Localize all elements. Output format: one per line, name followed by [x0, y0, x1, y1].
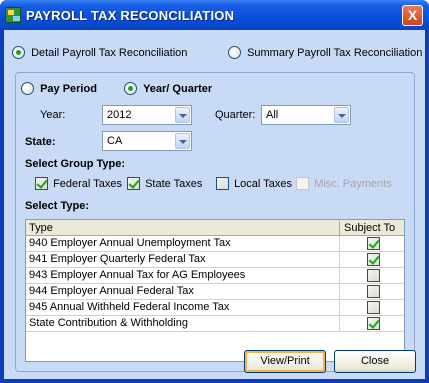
year-quarter-radio[interactable]: [124, 82, 137, 95]
pay-period-option[interactable]: Pay Period: [21, 82, 97, 95]
window-title: PAYROLL TAX RECONCILIATION: [26, 8, 235, 23]
cell-divider: [339, 284, 340, 300]
pay-period-radio[interactable]: [21, 82, 34, 95]
dialog-body: Detail Payroll Tax Reconciliation Summar…: [4, 30, 425, 379]
tax-type-grid[interactable]: Type Subject To 940 Employer Annual Unem…: [25, 219, 405, 362]
type-cell: 944 Employer Annual Federal Tax: [29, 285, 194, 297]
federal-taxes-label: Federal Taxes: [53, 177, 122, 190]
summary-mode-option[interactable]: Summary Payroll Tax Reconciliation: [228, 46, 422, 59]
federal-taxes-checkbox[interactable]: [35, 177, 48, 190]
subject-to-checkbox[interactable]: [367, 269, 380, 282]
app-icon: [5, 7, 21, 23]
detail-mode-label: Detail Payroll Tax Reconciliation: [31, 46, 188, 59]
subject-to-checkbox[interactable]: [367, 317, 380, 330]
cell-divider: [339, 252, 340, 268]
state-label: State:: [25, 136, 56, 148]
select-type-heading: Select Type:: [25, 200, 89, 212]
payroll-tax-reconciliation-window: PAYROLL TAX RECONCILIATION X Detail Payr…: [0, 0, 429, 383]
state-value: CA: [107, 135, 123, 147]
type-cell: 943 Employer Annual Tax for AG Employees: [29, 269, 246, 281]
subject-to-checkbox[interactable]: [367, 253, 380, 266]
year-select[interactable]: 2012: [102, 105, 192, 125]
summary-mode-radio[interactable]: [228, 46, 241, 59]
misc-payments-label: Misc. Payments: [314, 177, 392, 190]
local-taxes-option[interactable]: Local Taxes: [216, 177, 292, 190]
chevron-down-icon[interactable]: [175, 107, 190, 123]
view-print-label: View/Print: [260, 355, 310, 367]
quarter-select[interactable]: All: [261, 105, 351, 125]
local-taxes-label: Local Taxes: [234, 177, 292, 190]
quarter-value: All: [266, 109, 279, 121]
year-value: 2012: [107, 109, 132, 121]
column-header-type[interactable]: Type: [29, 222, 53, 234]
state-select[interactable]: CA: [102, 131, 192, 151]
table-row[interactable]: 940 Employer Annual Unemployment Tax: [26, 236, 404, 252]
table-row[interactable]: 945 Annual Withheld Federal Income Tax: [26, 300, 404, 316]
table-row[interactable]: 941 Employer Quarterly Federal Tax: [26, 252, 404, 268]
close-button[interactable]: Close: [334, 350, 416, 373]
chevron-down-icon[interactable]: [175, 133, 190, 149]
pay-period-label: Pay Period: [40, 82, 97, 95]
table-row[interactable]: State Contribution & Withholding: [26, 316, 404, 332]
subject-to-checkbox[interactable]: [367, 301, 380, 314]
detail-mode-radio[interactable]: [12, 46, 25, 59]
title-bar[interactable]: PAYROLL TAX RECONCILIATION X: [0, 0, 429, 30]
misc-payments-option: Misc. Payments: [296, 177, 392, 190]
type-cell: State Contribution & Withholding: [29, 317, 188, 329]
state-taxes-checkbox[interactable]: [127, 177, 140, 190]
grid-header: Type Subject To: [26, 220, 404, 236]
type-cell: 941 Employer Quarterly Federal Tax: [29, 253, 206, 265]
federal-taxes-option[interactable]: Federal Taxes: [35, 177, 122, 190]
year-quarter-label: Year/ Quarter: [143, 82, 213, 95]
column-divider[interactable]: [339, 221, 340, 235]
close-window-button[interactable]: X: [402, 5, 423, 26]
quarter-label: Quarter:: [215, 109, 256, 121]
table-row[interactable]: 943 Employer Annual Tax for AG Employees: [26, 268, 404, 284]
view-print-button[interactable]: View/Print: [244, 350, 326, 373]
misc-payments-checkbox: [296, 177, 309, 190]
subject-to-checkbox[interactable]: [367, 237, 380, 250]
table-row[interactable]: 944 Employer Annual Federal Tax: [26, 284, 404, 300]
state-taxes-option[interactable]: State Taxes: [127, 177, 202, 190]
subject-to-checkbox[interactable]: [367, 285, 380, 298]
type-cell: 940 Employer Annual Unemployment Tax: [29, 237, 231, 249]
local-taxes-checkbox[interactable]: [216, 177, 229, 190]
chevron-down-icon[interactable]: [334, 107, 349, 123]
column-header-subject-to[interactable]: Subject To: [344, 222, 395, 234]
type-cell: 945 Annual Withheld Federal Income Tax: [29, 301, 230, 313]
close-label: Close: [360, 355, 390, 367]
cell-divider: [339, 268, 340, 284]
group-type-heading: Select Group Type:: [25, 158, 126, 170]
summary-mode-label: Summary Payroll Tax Reconciliation: [247, 46, 423, 59]
year-label: Year:: [40, 109, 66, 121]
year-quarter-option[interactable]: Year/ Quarter: [124, 82, 212, 95]
state-taxes-label: State Taxes: [145, 177, 203, 190]
detail-mode-option[interactable]: Detail Payroll Tax Reconciliation: [12, 46, 187, 59]
cell-divider: [339, 316, 340, 332]
cell-divider: [339, 300, 340, 316]
cell-divider: [339, 236, 340, 252]
